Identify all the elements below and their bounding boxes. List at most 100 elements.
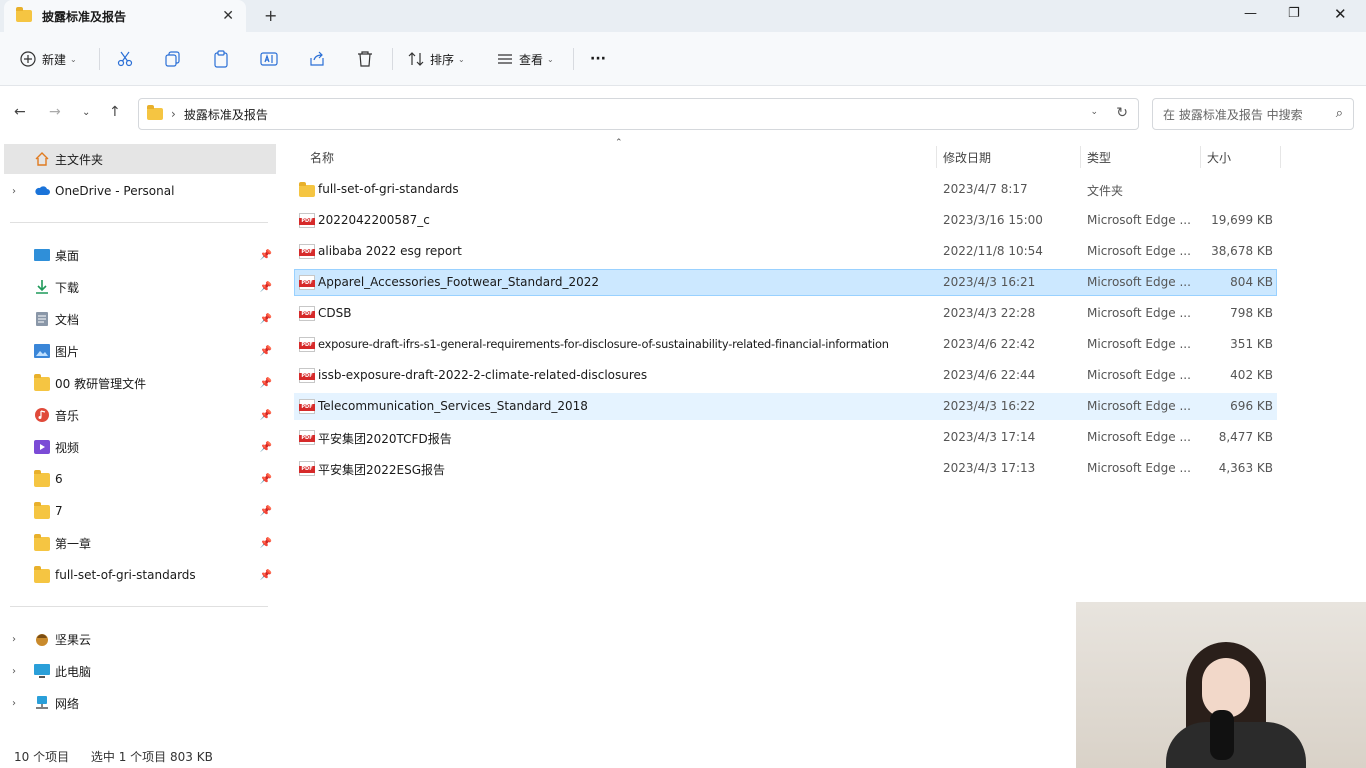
file-row[interactable]: CDSB 2023/4/3 22:28 Microsoft Edge ... 7… (294, 300, 1277, 327)
folder-icon (147, 105, 163, 120)
sort-button[interactable]: 排序 ⌄ (408, 48, 465, 70)
pdf-icon (299, 337, 315, 352)
back-button[interactable]: ← (14, 104, 26, 120)
pin-icon[interactable]: 📌 (260, 250, 272, 261)
pin-icon[interactable]: 📌 (260, 538, 272, 549)
file-row-selected[interactable]: Apparel_Accessories_Footwear_Standard_20… (294, 269, 1277, 296)
file-size: 351 KB (1230, 337, 1273, 351)
computer-icon (34, 664, 50, 678)
sidebar-item-jianguoyun[interactable]: › 坚果云 (4, 624, 276, 654)
pin-icon[interactable]: 📌 (260, 410, 272, 421)
file-row[interactable]: 2022042200587_c 2023/3/16 15:00 Microsof… (294, 207, 1277, 234)
chevron-right-icon[interactable]: › (12, 634, 16, 645)
minimize-button[interactable]: — (1244, 6, 1257, 21)
sidebar-item-videos[interactable]: 视频 📌 (4, 432, 276, 462)
pin-icon[interactable]: 📌 (260, 570, 272, 581)
trash-icon (358, 51, 372, 67)
sidebar-item-folder-6[interactable]: 6 📌 (4, 464, 276, 494)
pin-icon[interactable]: 📌 (260, 506, 272, 517)
folder-icon (34, 566, 50, 583)
file-row-hover[interactable]: Telecommunication_Services_Standard_2018… (294, 393, 1277, 420)
share-button[interactable] (308, 48, 326, 70)
new-tab-button[interactable]: + (264, 6, 277, 25)
sidebar-item-network[interactable]: › 网络 (4, 688, 276, 718)
search-input[interactable]: 在 披露标准及报告 中搜索 ⌕ (1152, 98, 1354, 130)
more-button[interactable]: ··· (590, 48, 606, 70)
network-icon (36, 696, 48, 709)
pin-icon[interactable]: 📌 (260, 314, 272, 325)
breadcrumb-current[interactable]: 披露标准及报告 (184, 106, 268, 123)
sidebar-item-home[interactable]: 主文件夹 (4, 144, 276, 174)
column-divider[interactable] (936, 146, 937, 168)
presenter-body (1166, 722, 1306, 768)
file-name: issb-exposure-draft-2022-2-climate-relat… (318, 368, 648, 382)
cut-button[interactable] (116, 48, 134, 70)
file-type: Microsoft Edge ... (1087, 399, 1191, 413)
tab-current-folder[interactable]: 披露标准及报告 ✕ (4, 0, 246, 32)
pdf-icon (299, 275, 315, 290)
view-button[interactable]: 查看 ⌄ (497, 48, 554, 70)
rename-icon (260, 52, 278, 66)
file-row[interactable]: alibaba 2022 esg report 2022/11/8 10:54 … (294, 238, 1277, 265)
pdf-icon (299, 213, 315, 228)
maximize-button[interactable]: ❐ (1288, 6, 1300, 21)
file-row[interactable]: 平安集团2022ESG报告 2023/4/3 17:13 Microsoft E… (294, 455, 1277, 482)
sidebar-item-this-pc[interactable]: › 此电脑 (4, 656, 276, 686)
download-icon (36, 280, 48, 294)
sidebar-item-downloads[interactable]: 下载 📌 (4, 272, 276, 302)
file-name: alibaba 2022 esg report (318, 244, 462, 258)
up-button[interactable]: ↑ (109, 104, 121, 120)
delete-button[interactable] (356, 48, 374, 70)
sidebar-item-documents[interactable]: 文档 📌 (4, 304, 276, 334)
pdf-icon (299, 430, 315, 445)
address-bar[interactable]: › 披露标准及报告 ⌄ ↻ (138, 98, 1139, 130)
column-header-type[interactable]: 类型 (1087, 146, 1111, 168)
share-icon (310, 51, 324, 66)
new-button[interactable]: 新建 ⌄ (20, 48, 77, 70)
folder-icon (299, 182, 315, 197)
column-header-date[interactable]: 修改日期 (943, 146, 991, 168)
file-name: Apparel_Accessories_Footwear_Standard_20… (318, 275, 599, 289)
copy-button[interactable] (164, 48, 182, 70)
rename-button[interactable] (260, 48, 278, 70)
sidebar-item-pictures[interactable]: 图片 📌 (4, 336, 276, 366)
pdf-icon (299, 461, 315, 476)
sidebar-item-music[interactable]: 音乐 📌 (4, 400, 276, 430)
pin-icon[interactable]: 📌 (260, 346, 272, 357)
close-window-button[interactable]: ✕ (1334, 5, 1347, 23)
column-header-size[interactable]: 大小 (1207, 146, 1231, 168)
microphone (1210, 710, 1234, 760)
chevron-right-icon[interactable]: › (12, 698, 16, 709)
file-row[interactable]: full-set-of-gri-standards 2023/4/7 8:17 … (294, 176, 1277, 203)
pin-icon[interactable]: 📌 (260, 442, 272, 453)
scissors-icon (117, 51, 133, 67)
pin-icon[interactable]: 📌 (260, 474, 272, 485)
sidebar-item-folder-00[interactable]: 00 教研管理文件 📌 (4, 368, 276, 398)
close-tab-icon[interactable]: ✕ (222, 8, 234, 24)
paste-button[interactable] (212, 48, 230, 70)
file-row[interactable]: 平安集团2020TCFD报告 2023/4/3 17:14 Microsoft … (294, 424, 1277, 451)
sidebar-item-onedrive[interactable]: › OneDrive - Personal (4, 176, 276, 206)
column-divider[interactable] (1280, 146, 1281, 168)
column-header-name[interactable]: 名称 (310, 146, 334, 168)
file-row[interactable]: issb-exposure-draft-2022-2-climate-relat… (294, 362, 1277, 389)
file-name: 平安集团2020TCFD报告 (318, 432, 452, 446)
recent-locations-button[interactable]: ⌄ (82, 107, 90, 118)
pin-icon[interactable]: 📌 (260, 282, 272, 293)
chevron-down-icon[interactable]: ⌄ (1090, 107, 1098, 117)
chevron-down-icon: ⌄ (458, 54, 465, 64)
sidebar-item-folder-7[interactable]: 7 📌 (4, 496, 276, 526)
clipboard-icon (214, 50, 228, 68)
chevron-right-icon[interactable]: › (12, 666, 16, 677)
column-divider[interactable] (1200, 146, 1201, 168)
forward-button[interactable]: → (49, 104, 61, 120)
column-divider[interactable] (1080, 146, 1081, 168)
file-row[interactable]: exposure-draft-ifrs-s1-general-requireme… (294, 331, 1277, 358)
chevron-right-icon[interactable]: › (12, 186, 16, 197)
sidebar-item-desktop[interactable]: 桌面 📌 (4, 240, 276, 270)
sidebar-item-gri-standards[interactable]: full-set-of-gri-standards 📌 (4, 560, 276, 590)
file-type: Microsoft Edge ... (1087, 306, 1191, 320)
pin-icon[interactable]: 📌 (260, 378, 272, 389)
sidebar-item-chapter-1[interactable]: 第一章 📌 (4, 528, 276, 558)
refresh-icon[interactable]: ↻ (1116, 105, 1128, 121)
